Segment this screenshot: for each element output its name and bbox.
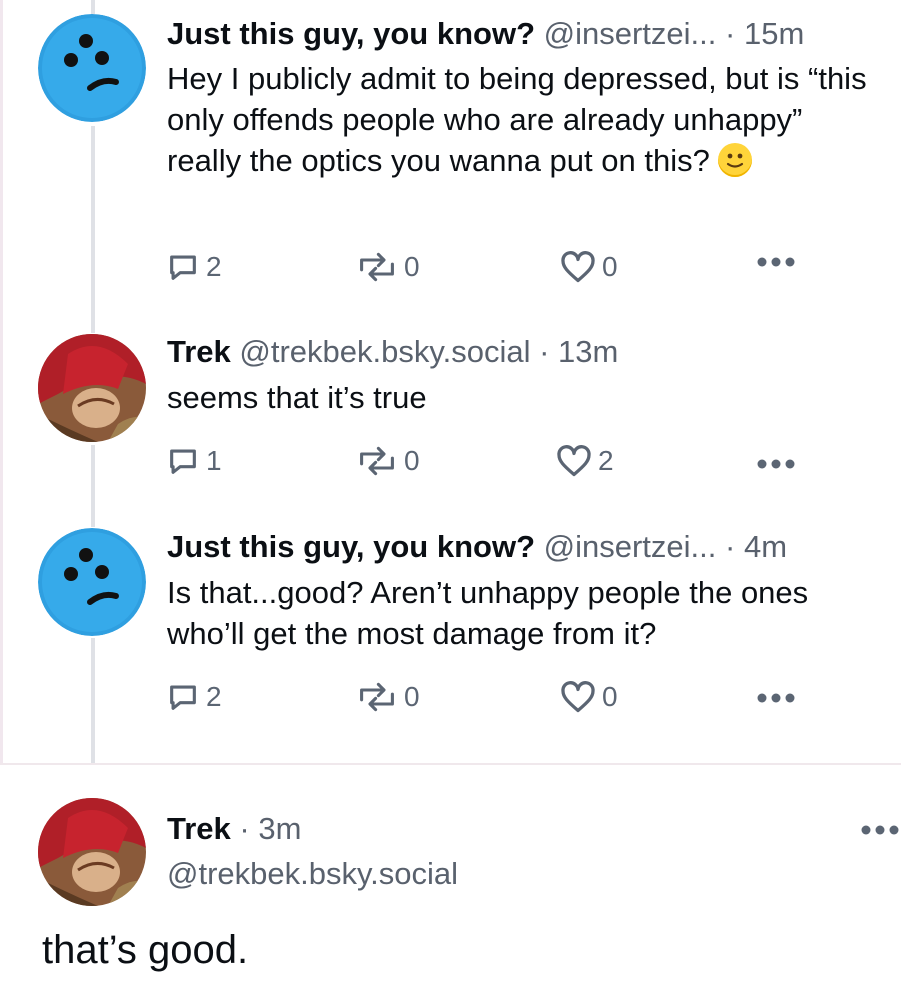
repost-button[interactable]: 0 <box>356 680 420 714</box>
thread-line <box>91 126 95 333</box>
slightly-smiling-face-emoji <box>718 143 753 177</box>
more-options-button[interactable] <box>860 824 900 836</box>
focused-post-header: Trek · 3m <box>167 811 881 847</box>
post-text: seems that it’s true <box>167 377 877 418</box>
more-dots-icon <box>861 825 899 835</box>
post-text-content: Hey I publicly admit to being depressed,… <box>167 61 867 178</box>
author-name[interactable]: Just this guy, you know? <box>167 529 535 564</box>
separator-dot: · <box>239 811 250 846</box>
heart-outline-icon <box>561 681 595 713</box>
post-text-content: seems that it’s true <box>167 380 427 415</box>
post-time[interactable]: 15m <box>744 16 804 51</box>
focused-post-handle-row: @trekbek.bsky.social <box>167 856 881 892</box>
avatar[interactable] <box>38 798 146 906</box>
separator-dot: · <box>539 334 550 369</box>
post-time[interactable]: 13m <box>558 334 618 369</box>
face-avatar-icon <box>38 528 146 636</box>
author-name[interactable]: Trek <box>167 334 231 369</box>
post-time[interactable]: 3m <box>258 811 301 846</box>
author-name[interactable]: Just this guy, you know? <box>167 16 535 51</box>
like-count: 2 <box>598 445 614 476</box>
reply-count: 2 <box>206 251 222 282</box>
author-handle[interactable]: @trekbek.bsky.social <box>167 856 458 891</box>
post-actions: 2 0 0 <box>0 250 901 290</box>
separator-dot: · <box>725 529 736 564</box>
more-dots-icon <box>757 257 795 267</box>
like-count: 0 <box>602 251 618 282</box>
more-dots-icon <box>757 693 795 703</box>
repost-arrows-icon <box>360 446 394 476</box>
post-text-content: Is that...good? Aren’t unhappy people th… <box>167 575 809 651</box>
repost-arrows-icon <box>360 682 394 712</box>
like-button[interactable]: 0 <box>560 250 618 284</box>
more-options-button[interactable] <box>756 458 796 470</box>
repost-count: 0 <box>404 251 420 282</box>
focused-post-text: that’s good. <box>42 928 249 972</box>
avatar[interactable] <box>38 14 146 122</box>
reply-count: 1 <box>206 445 222 476</box>
repost-button[interactable]: 0 <box>356 250 420 284</box>
like-count: 0 <box>602 681 618 712</box>
author-handle[interactable]: @trekbek.bsky.social <box>239 334 530 369</box>
post-actions: 1 0 2 <box>0 444 901 484</box>
focused-post-divider <box>0 763 901 765</box>
like-button[interactable]: 2 <box>556 444 614 478</box>
speech-bubble-icon <box>170 255 196 280</box>
face-avatar-icon <box>38 14 146 122</box>
more-options-button[interactable] <box>756 692 796 704</box>
painting-portrait-avatar-icon <box>38 798 146 906</box>
post-header: Just this guy, you know? @insertzei... ·… <box>167 529 881 565</box>
reply-count: 2 <box>206 681 222 712</box>
speech-bubble-icon <box>170 685 196 710</box>
repost-count: 0 <box>404 445 420 476</box>
thread-line <box>91 0 95 14</box>
post-time[interactable]: 4m <box>744 529 787 564</box>
more-options-button[interactable] <box>756 256 796 268</box>
avatar[interactable] <box>38 334 146 442</box>
post-header: Trek @trekbek.bsky.social · 13m <box>167 334 881 370</box>
author-handle[interactable]: @insertzei... <box>544 529 717 564</box>
painting-portrait-avatar-icon <box>38 334 146 442</box>
reply-button[interactable]: 2 <box>166 250 222 284</box>
heart-outline-icon <box>557 445 591 477</box>
repost-button[interactable]: 0 <box>356 444 420 478</box>
post-header: Just this guy, you know? @insertzei... ·… <box>167 16 881 52</box>
avatar[interactable] <box>38 528 146 636</box>
separator-dot: · <box>725 16 736 51</box>
like-button[interactable]: 0 <box>560 680 618 714</box>
reply-button[interactable]: 2 <box>166 680 222 714</box>
left-edge-border <box>0 0 3 763</box>
heart-outline-icon <box>561 251 595 283</box>
author-name[interactable]: Trek <box>167 811 231 846</box>
repost-arrows-icon <box>360 252 394 282</box>
post-text: Hey I publicly admit to being depressed,… <box>167 58 877 181</box>
post-text: Is that...good? Aren’t unhappy people th… <box>167 572 877 654</box>
author-handle[interactable]: @insertzei... <box>544 16 717 51</box>
post-actions: 2 0 0 <box>0 680 901 720</box>
more-dots-icon <box>757 459 795 469</box>
speech-bubble-icon <box>170 449 196 474</box>
repost-count: 0 <box>404 681 420 712</box>
reply-button[interactable]: 1 <box>166 444 222 478</box>
